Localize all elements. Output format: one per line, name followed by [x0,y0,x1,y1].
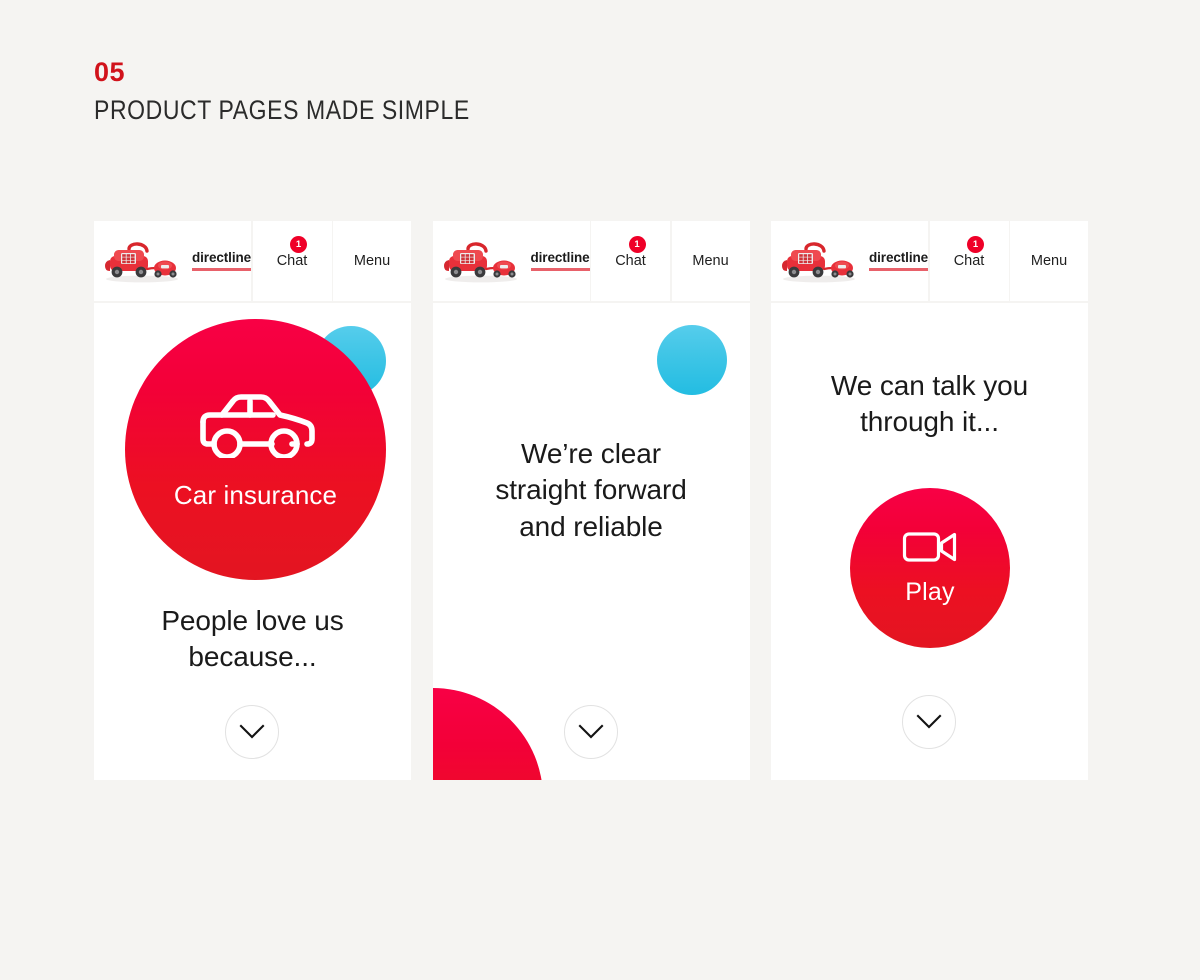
menu-button[interactable]: Menu [333,221,411,301]
app-top-bar: directline 1 Chat Menu [94,221,411,301]
menu-button[interactable]: Menu [671,221,750,301]
directline-toy-telephone-logo-icon [782,242,855,283]
phone-clear-straightforward: directline 1 Chat Menu We’re clear strai… [432,221,750,780]
chat-button[interactable]: 1 Chat [591,221,671,301]
brand-underline [192,268,252,271]
brand-wordmark: directline [530,251,590,271]
phone2-headline: We’re clear straight forward and reliabl… [433,436,750,547]
video-camera-icon [902,532,957,562]
chevron-down-icon [239,724,265,739]
play-label: Play [905,578,955,606]
menu-button[interactable]: Menu [1010,221,1088,301]
brand-logo-button[interactable]: directline [94,221,251,301]
brand-underline [869,268,929,271]
chat-label: Chat [953,253,985,269]
brand-wordmark: directline [869,251,928,271]
phone-car-insurance: directline 1 Chat Menu Car insurance Peo… [94,221,411,780]
chat-label: Chat [615,253,646,269]
phone3-headline-text: We can talk you through it... [830,369,1029,438]
phone-talk-you-through: directline 1 Chat Menu We can talk you t… [771,221,1088,780]
scroll-down-button[interactable] [563,704,618,759]
brand-logo-button[interactable]: directline [771,221,928,301]
brand-wordmark: directline [192,251,251,271]
directline-toy-telephone-logo-icon [443,242,517,283]
brand-underline [530,268,590,271]
app-top-bar: directline 1 Chat Menu [432,221,750,301]
slide-number: 05 [94,57,126,87]
chat-button[interactable]: 1 Chat [929,221,1009,301]
slide-header: 05 PRODUCT PAGES MADE SIMPLE [94,57,470,124]
car-insurance-disc[interactable]: Car insurance [125,318,386,580]
red-accent-circle-bleed [432,687,543,780]
phone-mockup-row: directline 1 Chat Menu Car insurance Peo… [94,221,1088,780]
phone2-headline-text: We’re clear straight forward and reliabl… [495,437,687,543]
chevron-down-icon [916,714,942,729]
play-video-button[interactable]: Play [850,487,1010,648]
slide-title: PRODUCT PAGES MADE SIMPLE [94,93,470,125]
phone1-headline: People love us because... [94,603,411,677]
directline-toy-telephone-logo-icon [105,242,178,283]
phone-screen: We’re clear straight forward and reliabl… [432,302,750,780]
chat-unread-badge: 1 [967,236,985,253]
phone-screen: We can talk you through it... Play [771,302,1088,780]
chevron-down-icon [578,724,603,739]
cyan-accent-circle [656,324,727,395]
scroll-down-button[interactable] [225,704,279,759]
app-top-bar: directline 1 Chat Menu [771,221,1088,301]
chat-button[interactable]: 1 Chat [252,221,332,301]
chat-unread-badge: 1 [290,236,308,253]
chat-label: Chat [276,253,308,269]
scroll-down-button[interactable] [902,694,956,749]
car-icon [199,393,315,458]
menu-label: Menu [692,253,729,269]
menu-label: Menu [353,253,391,269]
phone1-headline-text: People love us because... [161,604,344,673]
chat-unread-badge: 1 [628,236,646,253]
brand-logo-button[interactable]: directline [432,221,590,301]
phone-screen: Car insurance People love us because... [94,302,411,780]
menu-label: Menu [1030,253,1068,269]
phone3-headline: We can talk you through it... [771,368,1088,442]
car-insurance-label: Car insurance [173,479,338,510]
